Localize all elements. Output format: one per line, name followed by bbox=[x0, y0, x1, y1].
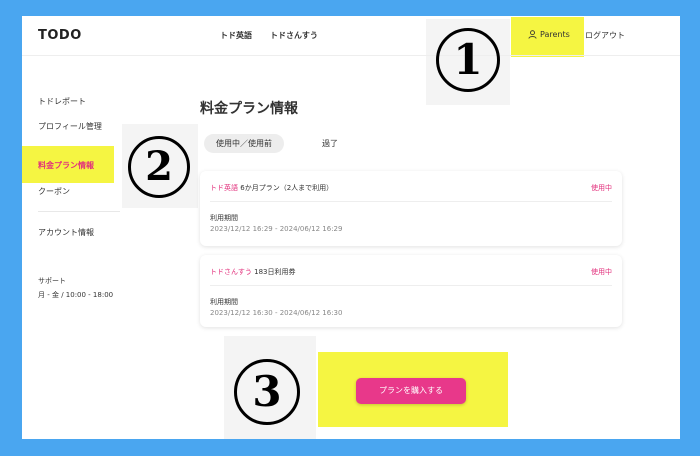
status-badge: 使用中 bbox=[591, 184, 612, 192]
sidebar-divider bbox=[38, 211, 120, 212]
sidebar-item-report[interactable]: トドレポート bbox=[38, 96, 86, 107]
logout-link[interactable]: ログアウト bbox=[585, 30, 625, 41]
annotation-number-2: 2 bbox=[128, 136, 190, 198]
sidebar-item-account[interactable]: アカウント情報 bbox=[38, 227, 94, 238]
annotation-number-1: 1 bbox=[436, 28, 500, 92]
plan-name: 183日利用券 bbox=[254, 268, 296, 276]
plan-title: トド英語 6か月プラン（2人まで利用） bbox=[210, 183, 333, 193]
parents-button[interactable]: Parents bbox=[528, 30, 570, 39]
annotation-number-3: 3 bbox=[234, 359, 300, 425]
sidebar-item-profile[interactable]: プロフィール管理 bbox=[38, 121, 102, 132]
card-divider bbox=[210, 285, 612, 286]
buy-plan-button[interactable]: プランを購入する bbox=[356, 378, 466, 404]
sidebar-item-plan-info[interactable]: 料金プラン情報 bbox=[38, 160, 94, 171]
sidebar-item-coupon[interactable]: クーポン bbox=[38, 186, 70, 197]
plan-card: トド英語 6か月プラン（2人まで利用） 使用中 利用期間 2023/12/12 … bbox=[200, 171, 622, 246]
page-title: 料金プラン情報 bbox=[200, 101, 298, 117]
period-value: 2023/12/12 16:30 - 2024/06/12 16:30 bbox=[210, 309, 343, 317]
status-badge: 使用中 bbox=[591, 268, 612, 276]
period-value: 2023/12/12 16:29 - 2024/06/12 16:29 bbox=[210, 225, 343, 233]
parents-label: Parents bbox=[540, 30, 570, 39]
nav-todo-english[interactable]: トド英語 bbox=[220, 30, 252, 41]
card-divider bbox=[210, 201, 612, 202]
period-label: 利用期間 bbox=[210, 214, 238, 222]
support-label: サポート bbox=[38, 277, 66, 285]
period-label: 利用期間 bbox=[210, 298, 238, 306]
support-hours: 月 - 金 / 10:00 - 18:00 bbox=[38, 291, 114, 299]
nav-todo-math[interactable]: トドさんすう bbox=[270, 30, 318, 41]
tab-in-use[interactable]: 使用中／使用前 bbox=[204, 134, 284, 153]
plan-title: トドさんすう 183日利用券 bbox=[210, 267, 295, 277]
plan-brand: トド英語 bbox=[210, 184, 238, 192]
top-header: TODO トド英語 トドさんすう Parents ログアウト bbox=[22, 16, 680, 56]
todo-logo[interactable]: TODO bbox=[38, 28, 82, 43]
person-icon bbox=[528, 30, 537, 39]
plan-brand: トドさんすう bbox=[210, 268, 252, 276]
plan-card: トドさんすう 183日利用券 使用中 利用期間 2023/12/12 16:30… bbox=[200, 255, 622, 327]
tab-past[interactable]: 過了 bbox=[322, 138, 338, 149]
plan-name: 6か月プラン（2人まで利用） bbox=[240, 184, 334, 192]
app-window: TODO トド英語 トドさんすう Parents ログアウト トドレポート プロ… bbox=[22, 16, 680, 439]
